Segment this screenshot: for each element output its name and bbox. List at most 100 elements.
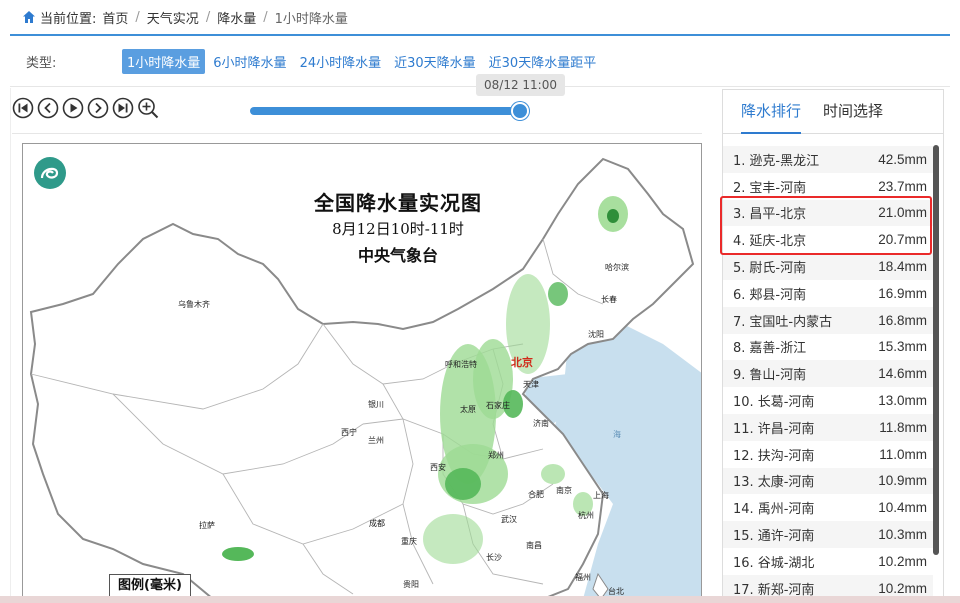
- ranking-row[interactable]: 6. 郏县-河南 16.9mm: [723, 280, 933, 307]
- bottom-bar: [0, 596, 960, 603]
- city-label: 太原: [460, 405, 476, 414]
- capital-label: 北京: [511, 356, 533, 369]
- ranking-row[interactable]: 9. 鲁山-河南 14.6mm: [723, 360, 933, 388]
- ranking-value: 10.2mm: [878, 553, 927, 569]
- ranking-value: 18.4mm: [878, 259, 927, 275]
- city-label: 拉萨: [199, 521, 215, 530]
- city-label: 西宁: [341, 428, 357, 437]
- page: 当前位置: 首页 / 天气实况 / 降水量 / 1小时降水量 类型: 1小时降水…: [0, 0, 960, 603]
- ranking-value: 20.7mm: [878, 232, 927, 248]
- breadcrumb-separator: /: [135, 9, 140, 25]
- sea-label: 海: [613, 430, 621, 439]
- divider: [12, 133, 702, 134]
- ranking-station: 3. 昌平-北京: [733, 203, 806, 222]
- ranking-row[interactable]: 1. 逊克-黑龙江 42.5mm: [723, 146, 933, 173]
- ranking-station-name: 昌平-北京: [749, 207, 807, 223]
- next-icon[interactable]: [87, 97, 109, 119]
- scrollbar[interactable]: [933, 145, 939, 555]
- type-30d[interactable]: 近30天降水量: [389, 49, 481, 74]
- type-6h[interactable]: 6小时降水量: [208, 49, 291, 74]
- ranking-value: 11.8mm: [879, 419, 927, 435]
- city-label: 济南: [533, 419, 549, 428]
- ranking-row[interactable]: 12. 扶沟-河南 11.0mm: [723, 441, 933, 468]
- ranking-station: 14. 禹州-河南: [733, 498, 814, 517]
- breadcrumb: 当前位置: 首页 / 天气实况 / 降水量 / 1小时降水量: [10, 0, 950, 36]
- ranking-station: 8. 嘉善-浙江: [733, 337, 806, 356]
- type-24h[interactable]: 24小时降水量: [295, 49, 387, 74]
- skip-first-icon[interactable]: [12, 97, 34, 119]
- breadcrumb-separator: /: [263, 9, 268, 25]
- ranking-row[interactable]: 11. 许昌-河南 11.8mm: [723, 413, 933, 441]
- city-label: 福州: [575, 573, 591, 582]
- ranking-row[interactable]: 5. 尉氏-河南 18.4mm: [723, 253, 933, 280]
- ranking-station-name: 宝国吐-内蒙古: [749, 314, 833, 330]
- breadcrumb-home[interactable]: 首页: [102, 8, 128, 27]
- ranking-station: 1. 逊克-黑龙江: [733, 150, 819, 169]
- ranking-number: 8.: [733, 341, 746, 357]
- skip-last-icon[interactable]: [112, 97, 134, 119]
- ranking-row[interactable]: 13. 太康-河南 10.9mm: [723, 467, 933, 495]
- ranking-number: 1.: [733, 153, 746, 169]
- ranking-number: 4.: [733, 234, 746, 250]
- city-label: 重庆: [401, 537, 417, 546]
- ranking-station-name: 谷城-湖北: [757, 555, 815, 571]
- city-label: 石家庄: [486, 401, 510, 410]
- ranking-station: 5. 尉氏-河南: [733, 257, 806, 276]
- ranking-row[interactable]: 8. 嘉善-浙江 15.3mm: [723, 334, 933, 361]
- legend-title: 图例(毫米): [109, 574, 191, 596]
- type-30d-anomaly[interactable]: 近30天降水量距平: [484, 49, 602, 74]
- tab-time-select[interactable]: 时间选择: [823, 90, 883, 134]
- city-label: 天津: [523, 380, 539, 389]
- ranking-station-name: 逊克-黑龙江: [749, 153, 820, 169]
- ranking-station-name: 太康-河南: [757, 475, 815, 491]
- ranking-station: 9. 鲁山-河南: [733, 364, 806, 383]
- ranking-station: 10. 长葛-河南: [733, 391, 814, 410]
- play-icon[interactable]: [62, 97, 84, 119]
- slider-track[interactable]: [250, 107, 520, 115]
- ranking-station: 11. 许昌-河南: [733, 418, 814, 437]
- city-label: 长春: [601, 295, 617, 304]
- ranking-row[interactable]: 14. 禹州-河南 10.4mm: [723, 494, 933, 521]
- ranking-station: 17. 新郑-河南: [733, 579, 814, 598]
- ranking-station-name: 郏县-河南: [749, 287, 807, 303]
- ranking-row[interactable]: 3. 昌平-北京 21.0mm: [723, 199, 933, 227]
- ranking-list: 1. 逊克-黑龙江 42.5mm 2. 宝丰-河南 23.7mm 3. 昌平-北京 21.0mm…: [723, 146, 933, 602]
- city-label: 呼和浩特: [445, 360, 477, 369]
- breadcrumb-precip[interactable]: 降水量: [217, 8, 256, 27]
- ranking-row[interactable]: 7. 宝国吐-内蒙古 16.8mm: [723, 306, 933, 334]
- slider-thumb[interactable]: [511, 102, 529, 120]
- ranking-row[interactable]: 2. 宝丰-河南 23.7mm: [723, 173, 933, 200]
- breadcrumb-current: 1小时降水量: [274, 11, 348, 27]
- ranking-row[interactable]: 15. 通许-河南 10.3mm: [723, 521, 933, 548]
- city-label: 西安: [430, 463, 446, 472]
- ranking-row[interactable]: 4. 延庆-北京 20.7mm: [723, 226, 933, 253]
- map-title: 全国降水量实况图: [314, 191, 482, 215]
- cma-logo-icon: [34, 157, 66, 189]
- city-label: 武汉: [501, 515, 517, 524]
- ranking-station-name: 鲁山-河南: [749, 368, 807, 384]
- city-label: 成都: [369, 519, 385, 528]
- breadcrumb-prefix: 当前位置:: [40, 11, 97, 27]
- home-icon[interactable]: [22, 10, 36, 24]
- ranking-row[interactable]: 10. 长葛-河南 13.0mm: [723, 387, 933, 414]
- prev-icon[interactable]: [37, 97, 59, 119]
- ranking-row[interactable]: 16. 谷城-湖北 10.2mm: [723, 548, 933, 575]
- ranking-value: 10.4mm: [878, 500, 927, 516]
- city-label: 沈阳: [588, 330, 604, 339]
- city-label: 银川: [368, 400, 384, 409]
- ranking-number: 15.: [733, 529, 754, 545]
- breadcrumb-separator: /: [205, 9, 211, 25]
- ranking-number: 6.: [733, 287, 746, 303]
- time-slider[interactable]: [250, 102, 529, 120]
- ranking-number: 2.: [733, 180, 746, 196]
- city-label: 郑州: [488, 451, 504, 460]
- ranking-station-name: 嘉善-浙江: [749, 341, 807, 357]
- zoom-in-icon[interactable]: [137, 97, 159, 119]
- ranking-panel: 降水排行 时间选择 1. 逊克-黑龙江 42.5mm 2. 宝丰-河南 23.7mm 3. 昌…: [722, 89, 944, 602]
- ranking-station: 7. 宝国吐-内蒙古: [733, 311, 832, 330]
- tab-ranking[interactable]: 降水排行: [741, 90, 802, 134]
- panel-tabs: 降水排行 时间选择: [723, 90, 943, 134]
- type-1h[interactable]: 1小时降水量: [122, 49, 206, 74]
- breadcrumb-weather[interactable]: 天气实况: [147, 8, 199, 27]
- ranking-value: 16.9mm: [878, 285, 927, 301]
